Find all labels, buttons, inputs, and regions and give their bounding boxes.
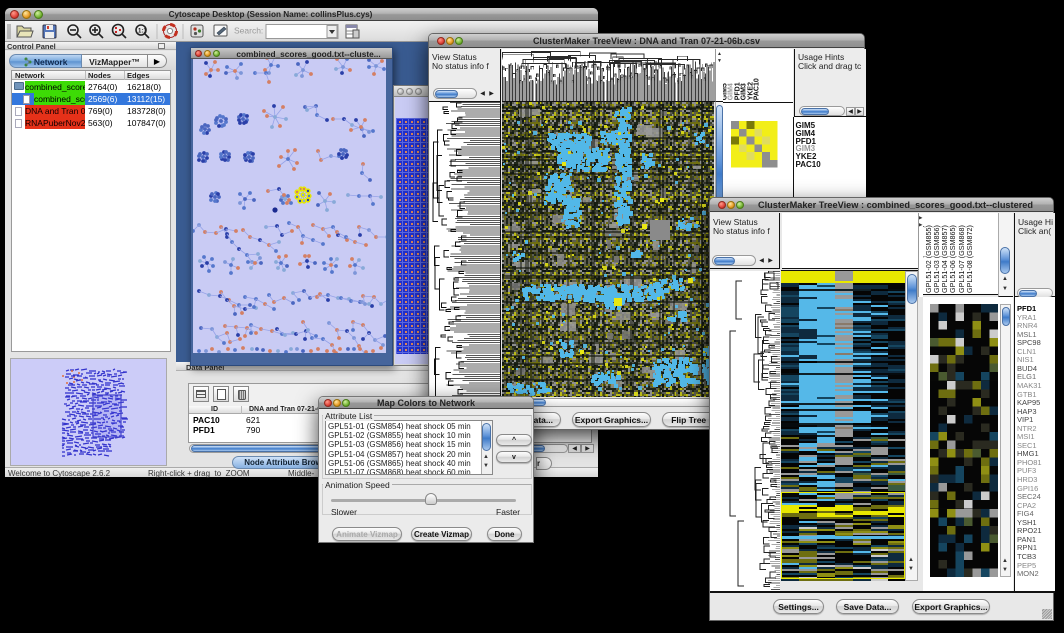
svg-text:1:1: 1:1 [138,29,147,35]
svg-text:Search:: Search: [234,26,263,36]
